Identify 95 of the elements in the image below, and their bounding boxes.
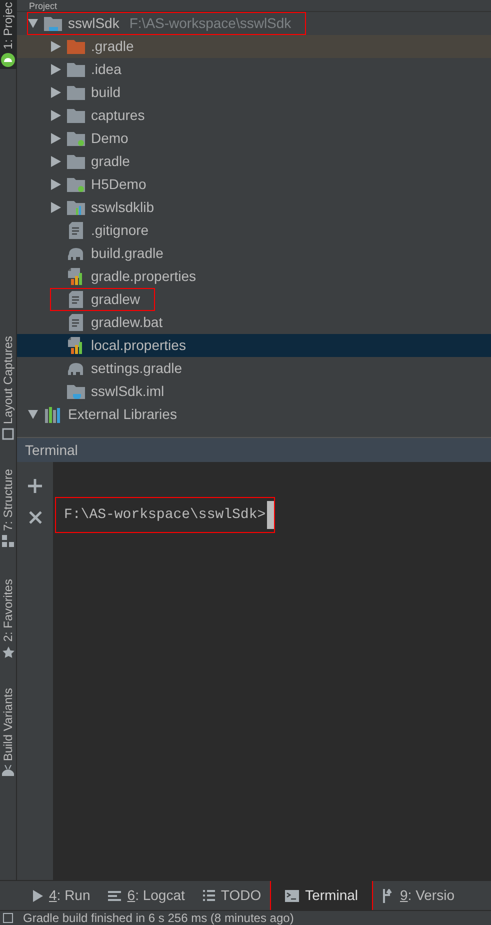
collapse-arrow-icon[interactable] — [28, 409, 38, 420]
expand-arrow-icon[interactable] — [51, 156, 61, 167]
tree-item-label: local.properties — [91, 336, 186, 355]
tool-window-tab[interactable]: 4: Run — [25, 881, 98, 910]
folder-icon — [67, 108, 85, 123]
tree-item-label: External Libraries — [68, 405, 177, 424]
expand-arrow-icon[interactable] — [51, 87, 61, 98]
tool-window-tab[interactable]: 9: Versio — [374, 881, 462, 910]
collapse-arrow-icon[interactable] — [28, 18, 38, 29]
tree-item-label: gradle — [91, 152, 130, 171]
tree-row[interactable]: sswlsdklib — [17, 196, 491, 219]
tree-row[interactable]: External Libraries — [17, 403, 491, 426]
elephant-icon — [67, 362, 85, 376]
tree-row[interactable]: H5Demo — [17, 173, 491, 196]
lines-icon — [108, 890, 122, 900]
tree-row[interactable]: build — [17, 81, 491, 104]
tree-item-label: gradlew.bat — [91, 313, 163, 332]
close-icon — [28, 510, 42, 524]
tree-item-label: settings.gradle — [91, 359, 182, 378]
status-message: Gradle build finished in 6 s 256 ms (8 minutes ago) — [23, 912, 294, 924]
tree-row[interactable]: build.gradle — [17, 242, 491, 265]
tool-window-tab[interactable]: TODO — [194, 881, 270, 910]
tree-row[interactable]: captures — [17, 104, 491, 127]
tree-item-label: gradlew — [91, 290, 140, 309]
expand-arrow-icon[interactable] — [51, 41, 61, 52]
tree-row[interactable]: .idea — [17, 58, 491, 81]
structure-icon — [2, 535, 14, 548]
tool-window-tab[interactable]: 7: Structure — [0, 467, 16, 550]
tree-item-label: Demo — [91, 129, 128, 148]
tool-window-tab[interactable]: Build Variants — [0, 686, 16, 778]
tree-item-label: build — [91, 83, 121, 102]
tree-item-label: H5Demo — [91, 175, 146, 194]
tree-item-label: .gradle — [91, 37, 134, 56]
tree-item-label: sswlSdk — [68, 14, 120, 33]
project-path: F:\AS-workspace\sswlSdk — [129, 14, 292, 33]
tree-item-label: captures — [91, 106, 145, 125]
expand-arrow-icon[interactable] — [51, 133, 61, 144]
tree-row[interactable]: sswlSdk.iml — [17, 380, 491, 403]
plus-icon — [28, 479, 42, 493]
module-folder-icon — [67, 177, 85, 192]
terminal-area[interactable]: F:\AS-workspace\sswlSdk> — [53, 462, 491, 880]
tree-item-label: build.gradle — [91, 244, 164, 263]
tree-item-label: .idea — [91, 60, 122, 79]
star-icon — [2, 646, 14, 660]
tree-item-label: sswlsdklib — [91, 198, 154, 217]
tool-window-tab[interactable]: 2: Favorites — [0, 577, 16, 662]
status-toggle-icon[interactable] — [3, 913, 13, 923]
libraries-icon — [44, 406, 62, 422]
tree-row[interactable]: gradle.properties — [17, 265, 491, 288]
tool-window-tab[interactable]: 6: Logcat — [100, 881, 193, 910]
properties-file-icon — [68, 268, 84, 285]
tree-row[interactable]: gradle — [17, 150, 491, 173]
properties-file-icon — [68, 337, 84, 354]
folder-icon — [67, 154, 85, 169]
list-icon — [202, 890, 215, 901]
tree-item-label: .gitignore — [91, 221, 149, 240]
panel-title: Project — [29, 1, 58, 11]
folder-icon — [67, 85, 85, 100]
tool-window-tab[interactable]: Terminal — [271, 881, 372, 910]
new-session-button[interactable] — [25, 476, 45, 496]
tree-row[interactable]: gradlew — [17, 288, 491, 311]
branch-icon — [382, 888, 394, 902]
tool-window-tab[interactable]: 1: Projec — [0, 0, 16, 70]
tree-item-label: sswlSdk.iml — [91, 382, 164, 401]
captures-icon — [2, 428, 14, 440]
tree-row[interactable]: .gradle — [17, 35, 491, 58]
play-icon — [33, 890, 43, 902]
expand-arrow-icon[interactable] — [51, 110, 61, 121]
module-folder-icon — [67, 131, 85, 146]
tree-item-label: gradle.properties — [91, 267, 196, 286]
tree-row[interactable]: Demo — [17, 127, 491, 150]
text-cursor — [266, 501, 274, 529]
expand-arrow-icon[interactable] — [51, 179, 61, 190]
tree-row[interactable]: gradlew.bat — [17, 311, 491, 334]
android-icon — [2, 765, 14, 776]
terminal-prompt: F:\AS-workspace\sswlSdk> — [64, 506, 266, 524]
module-folder-icon — [44, 16, 62, 31]
expand-arrow-icon[interactable] — [51, 64, 61, 75]
tree-row[interactable]: local.properties — [17, 334, 491, 357]
terminal-icon — [285, 890, 300, 902]
text-file-icon — [69, 314, 83, 331]
tree-row[interactable]: settings.gradle — [17, 357, 491, 380]
android-icon — [1, 53, 15, 68]
folder-icon — [67, 62, 85, 77]
text-file-icon — [69, 291, 83, 308]
expand-arrow-icon[interactable] — [51, 202, 61, 213]
folder-icon — [67, 39, 85, 54]
tool-window-tab[interactable]: Layout Captures — [0, 334, 16, 442]
module-file-icon — [67, 384, 85, 399]
tree-row[interactable]: .gitignore — [17, 219, 491, 242]
tree-row[interactable]: sswlSdk F:\AS-workspace\sswlSdk — [17, 12, 491, 35]
terminal-title: Terminal — [25, 440, 78, 460]
elephant-icon — [67, 246, 85, 260]
library-folder-icon — [67, 200, 85, 215]
text-file-icon — [69, 222, 83, 239]
